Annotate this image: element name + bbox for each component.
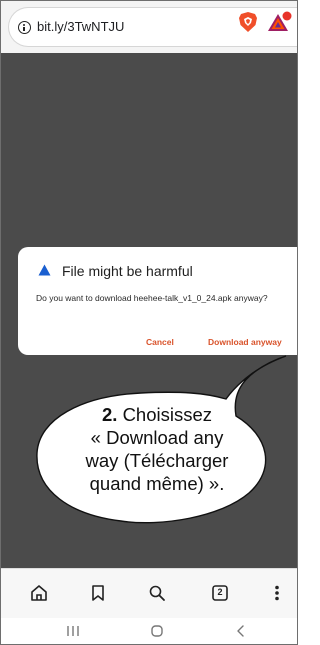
home-icon[interactable] (28, 582, 50, 604)
url-text[interactable]: bit.ly/3TwNTJU (37, 19, 124, 34)
recents-icon[interactable] (63, 622, 83, 640)
search-icon[interactable] (146, 582, 168, 604)
bookmark-icon[interactable] (87, 582, 109, 604)
tab-count: 2 (217, 587, 223, 597)
download-warning-dialog: File might be harmful Do you want to dow… (18, 247, 297, 355)
brave-rewards-icon[interactable] (267, 10, 293, 34)
back-icon[interactable] (231, 622, 251, 640)
address-bar: bit.ly/3TwNTJU (1, 1, 297, 53)
callout-line-2: « Download any (90, 427, 224, 448)
callout-text: 2. Choisissez « Download any way (Téléch… (57, 403, 257, 495)
system-home-icon[interactable] (147, 622, 167, 640)
step-number: 2. (101, 404, 118, 425)
menu-icon[interactable] (266, 582, 288, 604)
warning-icon (38, 264, 51, 276)
dialog-title: File might be harmful (62, 263, 193, 279)
phone-screen: bit.ly/3TwNTJU File might be harmful Do … (0, 0, 298, 645)
brave-shields-icon[interactable] (237, 11, 259, 33)
callout-line-1: Choisissez (122, 404, 213, 425)
browser-bottom-toolbar: 2 (1, 568, 297, 618)
tabs-button[interactable]: 2 (209, 582, 231, 604)
dialog-message: Do you want to download heehee-talk_v1_0… (36, 293, 268, 303)
callout-line-3: way (Télécharger (85, 450, 229, 471)
info-icon[interactable] (18, 21, 31, 34)
system-navigation-bar (1, 618, 297, 644)
callout-line-4: quand même) ». (89, 473, 225, 494)
